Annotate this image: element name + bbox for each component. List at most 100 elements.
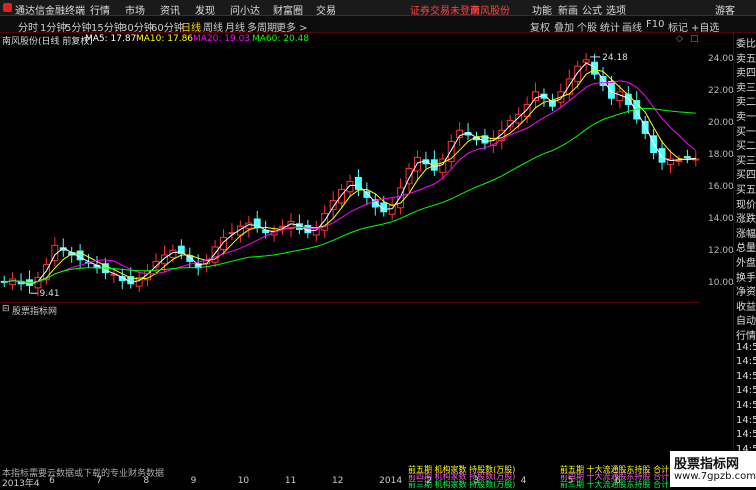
chart-title: 南风股份(日线 前复权) bbox=[2, 37, 93, 47]
quote-panel-label: 买四 bbox=[736, 170, 756, 182]
tool-stock-button[interactable]: 个股 bbox=[577, 19, 597, 34]
quote-panel-label: 14:56 bbox=[736, 356, 756, 368]
tool-overlay-button[interactable]: 叠加 bbox=[554, 19, 574, 34]
candle-body bbox=[338, 188, 346, 204]
ma20-value: MA20: 19.03 bbox=[193, 34, 251, 44]
time-tick-label: 10 bbox=[237, 476, 250, 486]
ma10-value: MA10: 17.86 bbox=[136, 34, 194, 44]
quote-side-panel: 委比 卖五 卖四 卖三 卖二 卖一 买一 买二 买三 买四 买五 现价 涨跌 涨幅 总量 外盘 换手 净资 收益 自动… bbox=[733, 33, 756, 475]
price-tick-label: 16.00 bbox=[708, 181, 734, 192]
time-tick-label: 5 bbox=[567, 476, 574, 486]
candle-body bbox=[329, 200, 337, 210]
time-tick-label: 3 bbox=[473, 476, 480, 486]
time-tick-label: 4 bbox=[520, 476, 527, 486]
time-tick-label: 8 bbox=[143, 476, 150, 486]
chart-settings-icon[interactable]: ◇ bbox=[676, 34, 683, 44]
tool-add-favorite-button[interactable]: +自选 bbox=[691, 19, 719, 34]
candle-body bbox=[574, 65, 582, 82]
quote-panel-label: 买五 bbox=[736, 185, 756, 196]
period-tab-15min[interactable]: 15分钟 bbox=[91, 19, 124, 34]
period-tab-multi[interactable]: 多周期 bbox=[247, 19, 277, 34]
chart-close-icon[interactable]: □ bbox=[690, 34, 699, 44]
menu-item-function[interactable]: 功能 bbox=[532, 2, 552, 17]
period-tab-5min[interactable]: 5分钟 bbox=[65, 19, 91, 34]
period-tab-monthly[interactable]: 月线 bbox=[225, 19, 245, 34]
sub-chart-header: ⊟ 股票指标网 bbox=[0, 304, 700, 317]
menu-item-wealth[interactable]: 财富圈 bbox=[273, 2, 303, 17]
period-tab-60min[interactable]: 60分钟 bbox=[151, 19, 184, 34]
candle-body bbox=[532, 91, 539, 102]
time-tick-label: 2013年4 bbox=[2, 479, 40, 489]
ma5-value: MA5: 17.87 bbox=[85, 34, 137, 44]
price-tick-label: 14.00 bbox=[708, 213, 734, 224]
quote-panel-label: 净资 bbox=[736, 287, 756, 299]
sub-chart-area[interactable]: 前五期 机构家数 持股数(万股) 前五期 十大流通股东持股 合计 本指标需要云数… bbox=[0, 316, 700, 481]
period-tab-more[interactable]: 更多 > bbox=[276, 19, 308, 34]
quote-panel-label: 外盘 bbox=[736, 258, 756, 269]
sub-chart-collapse-icon[interactable]: ⊟ bbox=[2, 304, 10, 314]
tool-adjust-button[interactable]: 复权 bbox=[530, 19, 550, 34]
candle-body bbox=[304, 224, 312, 234]
candle-body bbox=[346, 180, 354, 193]
quote-panel-label: 14:56 bbox=[736, 429, 756, 441]
price-tick-label: 22.00 bbox=[708, 85, 734, 96]
period-tab-intraday[interactable]: 分时 bbox=[18, 19, 38, 34]
time-tick-label: 12 bbox=[332, 476, 344, 486]
menu-item-formula[interactable]: 公式 bbox=[582, 2, 602, 17]
candle-body bbox=[388, 204, 396, 215]
high-price-label: 24.18 bbox=[602, 53, 628, 63]
watermark-title: 股票指标网 bbox=[674, 457, 740, 472]
period-tab-1min[interactable]: 1分钟 bbox=[40, 19, 66, 34]
price-tick-label: 20.00 bbox=[708, 117, 734, 128]
menu-item-market[interactable]: 市场 bbox=[125, 2, 145, 17]
ma60-value: MA60: 20.48 bbox=[252, 34, 310, 44]
menu-bar: 通达信金融终端 行情 市场 资讯 发现 问小达 财富圈 交易 证券交易未登录 南… bbox=[0, 0, 756, 17]
price-tick-label: 24.00 bbox=[708, 53, 734, 64]
time-tick-label: 2014 bbox=[379, 476, 403, 486]
quote-panel-label: 14:56 bbox=[736, 400, 756, 411]
period-tab-30min[interactable]: 30分钟 bbox=[121, 19, 154, 34]
candle-body bbox=[363, 191, 371, 198]
candlestick-chart[interactable]: 24.18 9.41 bbox=[0, 47, 700, 303]
period-tab-daily[interactable]: 日线 bbox=[181, 19, 201, 34]
quote-panel-label: 14:56 bbox=[736, 370, 756, 382]
app-logo-icon bbox=[3, 3, 12, 12]
quote-panel-label: 卖二 bbox=[736, 97, 756, 109]
menu-item-news[interactable]: 资讯 bbox=[160, 2, 180, 17]
price-tick-label: 10.00 bbox=[708, 277, 734, 288]
candle-body bbox=[397, 187, 405, 209]
candle-body bbox=[624, 93, 632, 106]
quote-panel-label: 14:56 bbox=[736, 385, 756, 397]
menu-item-quotes[interactable]: 行情 bbox=[90, 2, 110, 17]
time-tick-label: 2 bbox=[426, 476, 433, 486]
watermark-url: www.7gpzb.com bbox=[674, 471, 756, 482]
quote-panel-label: 14:56 bbox=[736, 414, 756, 426]
menu-item-new-draw[interactable]: 新画 bbox=[558, 2, 578, 17]
quote-panel-label: 涨跌 bbox=[736, 214, 756, 226]
period-toolbar: 分时 1分钟 5分钟 15分钟 30分钟 60分钟 日线 周线 月线 多周期 更… bbox=[0, 16, 756, 34]
price-tick-label: 12.00 bbox=[708, 245, 734, 256]
time-tick-label: 9 bbox=[190, 476, 197, 486]
menu-item-ask[interactable]: 问小达 bbox=[230, 2, 260, 17]
time-tick-label: 11 bbox=[284, 476, 297, 486]
tool-f10-button[interactable]: F10 bbox=[646, 19, 664, 30]
quote-panel-label: 卖五 bbox=[736, 53, 756, 65]
menu-item-options[interactable]: 选项 bbox=[606, 2, 626, 17]
user-login-label[interactable]: 游客 bbox=[715, 2, 735, 17]
quote-panel-label: 总量 bbox=[736, 243, 756, 255]
tool-draw-button[interactable]: 画线 bbox=[622, 19, 642, 34]
time-tick-label: 7 bbox=[96, 476, 103, 486]
quote-panel-label: 换手 bbox=[736, 272, 756, 284]
tool-mark-button[interactable]: 标记 bbox=[668, 19, 688, 34]
quote-panel-label: 行情 bbox=[736, 331, 756, 342]
candle-body bbox=[683, 156, 691, 159]
tool-stats-button[interactable]: 统计 bbox=[600, 19, 620, 34]
period-tab-weekly[interactable]: 周线 bbox=[203, 19, 223, 34]
time-axis: 2013年4 6 7 8 9 10 11 12 2014 2 3 4 5 6 bbox=[0, 476, 700, 489]
menu-item-discover[interactable]: 发现 bbox=[195, 2, 215, 17]
ma5-line bbox=[4, 62, 696, 286]
watermark-logo: 股票指标网 www.7gpzb.com bbox=[670, 451, 756, 487]
candle-body bbox=[599, 76, 607, 86]
quote-panel-label: 卖三 bbox=[736, 82, 756, 94]
menu-item-trade[interactable]: 交易 bbox=[316, 2, 336, 17]
